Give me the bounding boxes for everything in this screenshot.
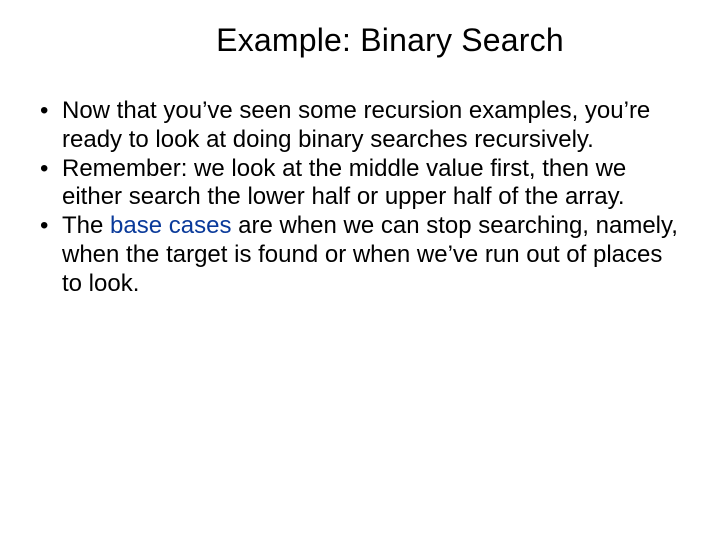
slide: Example: Binary Search Now that you’ve s… xyxy=(0,0,720,540)
list-item: Now that you’ve seen some recursion exam… xyxy=(34,97,686,155)
slide-title: Example: Binary Search xyxy=(34,22,686,59)
bullet-text-emphasis: base cases xyxy=(110,212,231,239)
bullet-text: Remember: we look at the middle value fi… xyxy=(62,155,626,211)
bullet-text: Now that you’ve seen some recursion exam… xyxy=(62,97,650,153)
bullet-text-pre: The xyxy=(62,212,110,239)
bullet-list: Now that you’ve seen some recursion exam… xyxy=(34,97,686,299)
list-item: Remember: we look at the middle value fi… xyxy=(34,155,686,213)
list-item: The base cases are when we can stop sear… xyxy=(34,212,686,298)
